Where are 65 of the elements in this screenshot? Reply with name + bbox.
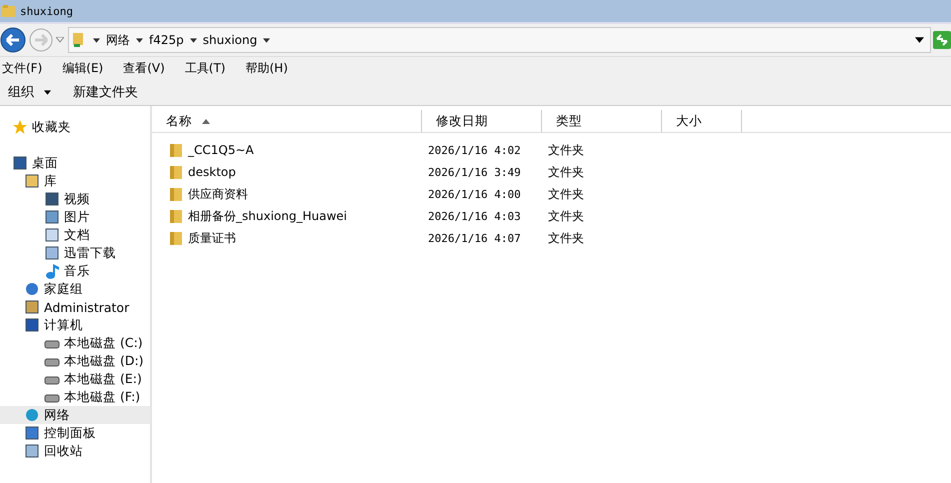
folder-icon bbox=[0, 3, 16, 19]
column-header[interactable]: 名称 bbox=[152, 110, 422, 132]
file-name[interactable]: desktop bbox=[188, 165, 236, 179]
tree-item[interactable]: 桌面 bbox=[0, 154, 150, 172]
caret-icon bbox=[44, 90, 51, 94]
folder-icon bbox=[168, 142, 184, 158]
menu-item[interactable]: 文件(F) bbox=[0, 60, 52, 76]
menu-item[interactable]: 编辑(E) bbox=[60, 60, 114, 76]
back-icon[interactable] bbox=[0, 27, 26, 53]
address-bar[interactable]: 网络 f425p shuxiong bbox=[68, 27, 931, 53]
tree-item[interactable]: 本地磁盘 (E:) bbox=[0, 370, 150, 388]
tree-item[interactable]: 本地磁盘 (F:) bbox=[0, 388, 150, 406]
tree-item[interactable]: 文档 bbox=[0, 226, 150, 244]
dropdown-icon[interactable] bbox=[915, 37, 924, 43]
window-title: shuxiong bbox=[20, 4, 73, 18]
date-cell: 2026/1/16 4:07 bbox=[428, 232, 521, 244]
new-folder-button[interactable]: 新建文件夹 bbox=[67, 81, 144, 103]
file-name[interactable]: 供应商资料 bbox=[188, 186, 248, 202]
tree-item[interactable]: 图片 bbox=[0, 208, 150, 226]
tree-item[interactable]: 计算机 bbox=[0, 316, 150, 334]
breadcrumb-item[interactable]: 网络 bbox=[106, 32, 130, 48]
type-cell: 文件夹 bbox=[548, 164, 584, 180]
tree-item[interactable]: 音乐 bbox=[0, 262, 150, 280]
tree-item[interactable]: Administrator bbox=[0, 298, 150, 316]
menu-item[interactable]: 工具(T) bbox=[182, 60, 236, 76]
organize-button[interactable]: 组织 bbox=[2, 81, 57, 103]
column-header[interactable]: 大小 bbox=[662, 110, 742, 132]
type-cell: 文件夹 bbox=[548, 230, 584, 246]
refresh-icon[interactable] bbox=[933, 31, 951, 49]
breadcrumb-item[interactable]: f425p bbox=[149, 33, 184, 47]
tree-item[interactable]: 本地磁盘 (D:) bbox=[0, 352, 150, 370]
tree-item[interactable]: 家庭组 bbox=[0, 280, 150, 298]
breadcrumb-item[interactable]: shuxiong bbox=[202, 33, 258, 47]
tree-item[interactable]: 收藏夹 bbox=[0, 118, 150, 136]
folder-icon bbox=[168, 186, 184, 202]
tree-item[interactable]: 本地磁盘 (C:) bbox=[0, 334, 150, 352]
type-cell: 文件夹 bbox=[548, 186, 584, 202]
menu-item[interactable]: 帮助(H) bbox=[244, 60, 298, 76]
date-cell: 2026/1/16 4:03 bbox=[428, 210, 521, 222]
tree-item[interactable]: 网络 bbox=[0, 406, 150, 424]
folder-icon bbox=[168, 164, 184, 180]
date-cell: 2026/1/16 3:49 bbox=[428, 166, 521, 178]
file-name[interactable]: 相册备份_shuxiong_Huawei bbox=[188, 208, 347, 224]
tree-item[interactable]: 回收站 bbox=[0, 442, 150, 460]
caret-icon[interactable] bbox=[93, 38, 100, 42]
tree-item[interactable]: 迅雷下载 bbox=[0, 244, 150, 262]
folder-icon bbox=[168, 230, 184, 246]
date-cell: 2026/1/16 4:02 bbox=[428, 144, 521, 156]
favorites-icon bbox=[12, 119, 28, 135]
type-cell: 文件夹 bbox=[548, 208, 584, 224]
file-name[interactable]: _CC1Q5~A bbox=[188, 143, 254, 157]
type-cell: 文件夹 bbox=[548, 142, 584, 158]
caret-icon[interactable] bbox=[190, 38, 197, 42]
column-header[interactable]: 类型 bbox=[542, 110, 662, 132]
caret-icon[interactable] bbox=[136, 38, 143, 42]
date-cell: 2026/1/16 4:00 bbox=[428, 188, 521, 200]
tree-item[interactable]: 库 bbox=[0, 172, 150, 190]
folder-icon bbox=[168, 208, 184, 224]
tree-item[interactable]: 控制面板 bbox=[0, 424, 150, 442]
tree-item[interactable]: 视频 bbox=[0, 190, 150, 208]
music-icon bbox=[44, 263, 60, 279]
file-name[interactable]: 质量证书 bbox=[188, 230, 236, 246]
menu-item[interactable]: 查看(V) bbox=[121, 60, 175, 76]
caret-icon[interactable] bbox=[263, 38, 270, 42]
column-header[interactable]: 修改日期 bbox=[422, 110, 542, 132]
